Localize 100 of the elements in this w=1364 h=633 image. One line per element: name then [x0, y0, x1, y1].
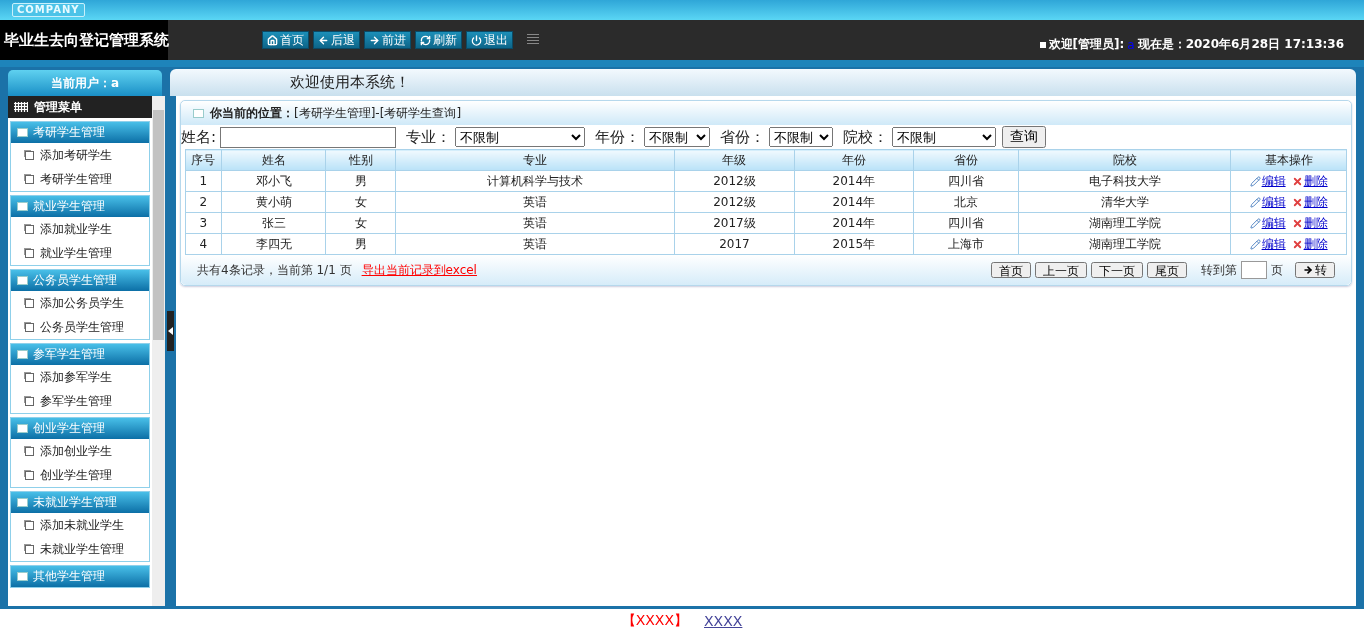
- export-link[interactable]: 导出当前记录到excel: [361, 261, 477, 279]
- delete-link[interactable]: 删除: [1291, 214, 1328, 232]
- table-cell: 上海市: [913, 233, 1019, 255]
- panel-icon: [17, 350, 28, 359]
- table-cell: 清华大学: [1018, 191, 1231, 213]
- pager-button[interactable]: 尾页: [1147, 262, 1187, 278]
- delete-link[interactable]: 删除: [1291, 193, 1328, 211]
- go-button[interactable]: 转: [1295, 262, 1335, 278]
- column-header: 序号: [185, 149, 222, 171]
- table-cell: 男: [325, 170, 396, 192]
- system-title: 毕业生去向登记管理系统: [0, 20, 168, 60]
- pager-button[interactable]: 下一页: [1091, 262, 1143, 278]
- nav-button[interactable]: 后退: [313, 31, 360, 49]
- record-summary: 共有4条记录，当前第 1/1 页: [197, 261, 352, 279]
- page-input[interactable]: [1241, 261, 1267, 279]
- page-icon: [25, 544, 34, 554]
- menu-item[interactable]: 添加创业学生: [11, 439, 149, 463]
- page-icon: [25, 174, 34, 184]
- filter-select[interactable]: 不限制: [892, 127, 997, 147]
- column-header: 姓名: [221, 149, 326, 171]
- power-icon: [471, 34, 482, 46]
- menu-item[interactable]: 添加就业学生: [11, 217, 149, 241]
- menu-item[interactable]: 就业学生管理: [11, 241, 149, 265]
- table-cell: 2017: [674, 233, 795, 255]
- pencil-icon: [1249, 175, 1261, 187]
- menu-item[interactable]: 创业学生管理: [11, 463, 149, 487]
- delete-link[interactable]: 删除: [1291, 172, 1328, 190]
- menu-item[interactable]: 添加考研学生: [11, 143, 149, 167]
- table-cell: 女: [325, 212, 396, 234]
- table-cell: 英语: [395, 191, 675, 213]
- table-cell: 四川省: [913, 170, 1019, 192]
- table-cell: 2015年: [794, 233, 914, 255]
- table-cell: 李四无: [221, 233, 326, 255]
- table-cell: 计算机科学与技术: [395, 170, 675, 192]
- company-logo: COMPANY: [12, 3, 85, 17]
- filter-select[interactable]: 不限制: [644, 127, 711, 147]
- page-icon: [25, 446, 34, 456]
- column-header: 年级: [674, 149, 795, 171]
- nav-button[interactable]: 刷新: [415, 31, 462, 49]
- table-cell: 3: [185, 212, 222, 234]
- right-arrow-icon: [369, 34, 380, 46]
- delete-link[interactable]: 删除: [1291, 235, 1328, 253]
- name-input[interactable]: [220, 126, 397, 148]
- edit-link[interactable]: 编辑: [1249, 172, 1286, 190]
- table-cell: 英语: [395, 212, 675, 234]
- page-icon: [25, 248, 34, 258]
- table-cell: 邓小飞: [221, 170, 326, 192]
- panel-icon: [17, 276, 28, 285]
- panel-icon: [17, 572, 28, 581]
- menu-item[interactable]: 参军学生管理: [11, 389, 149, 413]
- pencil-icon: [1249, 217, 1261, 229]
- filter-label: 年份：: [595, 127, 641, 147]
- search-button[interactable]: 查询: [1002, 126, 1047, 148]
- edit-link[interactable]: 编辑: [1249, 193, 1286, 211]
- panel-icon: [17, 202, 28, 211]
- page-icon: [25, 224, 34, 234]
- nav-button[interactable]: 前进: [364, 31, 411, 49]
- table-cell: 2: [185, 191, 222, 213]
- pencil-icon: [1249, 196, 1261, 208]
- menu-item[interactable]: 未就业学生管理: [11, 537, 149, 561]
- page-icon: [25, 520, 34, 530]
- footer-link[interactable]: XXXX: [704, 613, 743, 629]
- table-cell: 2017级: [674, 212, 795, 234]
- menu-item[interactable]: 公务员学生管理: [11, 315, 149, 339]
- table-cell: 2012级: [674, 191, 795, 213]
- menu-item[interactable]: 添加公务员学生: [11, 291, 149, 315]
- edit-link[interactable]: 编辑: [1249, 214, 1286, 232]
- table-cell: 男: [325, 233, 396, 255]
- pager-button[interactable]: 上一页: [1035, 262, 1087, 278]
- home-icon: [267, 34, 278, 46]
- filter-label: 专业：: [406, 127, 452, 147]
- left-arrow-icon: [318, 34, 329, 46]
- table-cell: 四川省: [913, 212, 1019, 234]
- table-cell: 1: [185, 170, 222, 192]
- table-cell: 2014年: [794, 170, 914, 192]
- column-header: 基本操作: [1230, 149, 1347, 171]
- panel-icon: [17, 424, 28, 433]
- panel-icon: [17, 498, 28, 507]
- welcome-text: 欢迎[管理员]:: [1048, 36, 1125, 53]
- page-icon: [25, 298, 34, 308]
- nav-button[interactable]: 退出: [466, 31, 513, 49]
- table-cell: 张三: [221, 212, 326, 234]
- right-arrow-icon: [1303, 265, 1313, 275]
- pager-button[interactable]: 首页: [991, 262, 1031, 278]
- filter-label: 院校：: [843, 127, 889, 147]
- menu-item[interactable]: 添加未就业学生: [11, 513, 149, 537]
- nav-button[interactable]: 首页: [262, 31, 309, 49]
- edit-link[interactable]: 编辑: [1249, 235, 1286, 253]
- menu-item[interactable]: 添加参军学生: [11, 365, 149, 389]
- page-unit: 页: [1271, 261, 1283, 279]
- table-cell: 4: [185, 233, 222, 255]
- panel-icon: [17, 128, 28, 137]
- menu-item[interactable]: 考研学生管理: [11, 167, 149, 191]
- bullet-icon: [1039, 41, 1046, 48]
- filter-select[interactable]: 不限制: [455, 127, 586, 147]
- page-icon: [25, 150, 34, 160]
- filter-select[interactable]: 不限制: [769, 127, 834, 147]
- breadcrumb: 你当前的位置：[考研学生管理]-[考研学生查询]: [210, 104, 462, 122]
- column-header: 院校: [1018, 149, 1231, 171]
- table-cell: 黄小萌: [221, 191, 326, 213]
